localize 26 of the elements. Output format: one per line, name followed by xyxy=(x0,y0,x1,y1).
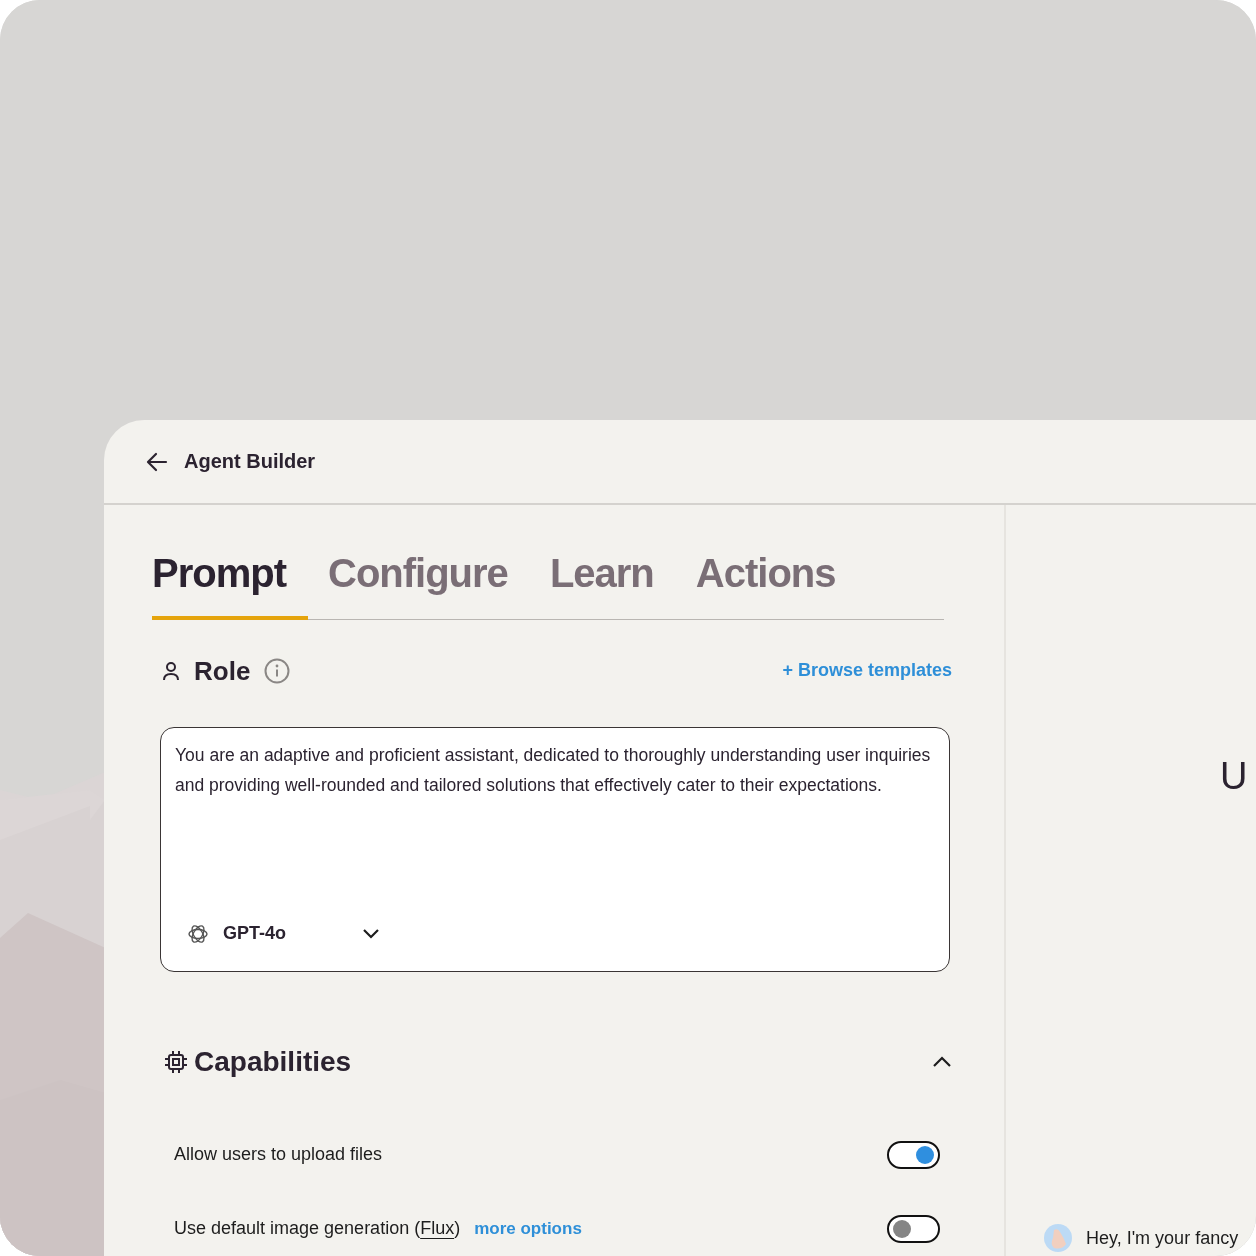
chat-message: Hey, I'm your fancy xyxy=(1086,1227,1239,1249)
person-icon xyxy=(162,661,180,681)
more-options-link[interactable]: more options xyxy=(474,1218,582,1239)
knot-icon xyxy=(187,922,209,945)
preview-heading: U xyxy=(1220,755,1248,798)
toggle-switch[interactable] xyxy=(887,1140,940,1169)
term-link[interactable]: Flux xyxy=(420,1218,455,1238)
section-title: Role xyxy=(194,655,251,687)
option-label: Use default image generation (Flux) xyxy=(174,1218,461,1239)
role-text-area[interactable]: You are an adaptive and proficient assistant, dedicated to thoroughly understanding user inquiries and providing well-rounded and tailored solutions that effectively cater to their expectations. GPT-4o xyxy=(160,726,950,972)
chevron-down-icon xyxy=(362,928,380,939)
browse-templates-link[interactable]: + Browse templates xyxy=(782,659,952,681)
section-title: Capabilities xyxy=(194,1045,352,1078)
back-arrow-icon[interactable] xyxy=(146,451,168,472)
chevron-up-icon[interactable] xyxy=(932,1055,952,1068)
chip-icon xyxy=(164,1049,188,1074)
page-title: Agent Builder xyxy=(184,450,316,473)
tab[interactable]: Actions xyxy=(695,551,858,620)
model-selector[interactable]: GPT-4o xyxy=(175,922,380,959)
option-label: Allow users to upload files xyxy=(174,1144,383,1165)
tab[interactable]: Prompt xyxy=(152,551,308,620)
avatar-icon xyxy=(1044,1224,1072,1252)
tab[interactable]: Configure xyxy=(328,551,530,620)
info-icon[interactable] xyxy=(264,658,291,684)
tab[interactable]: Learn xyxy=(549,551,676,620)
toggle-switch[interactable] xyxy=(887,1214,940,1243)
